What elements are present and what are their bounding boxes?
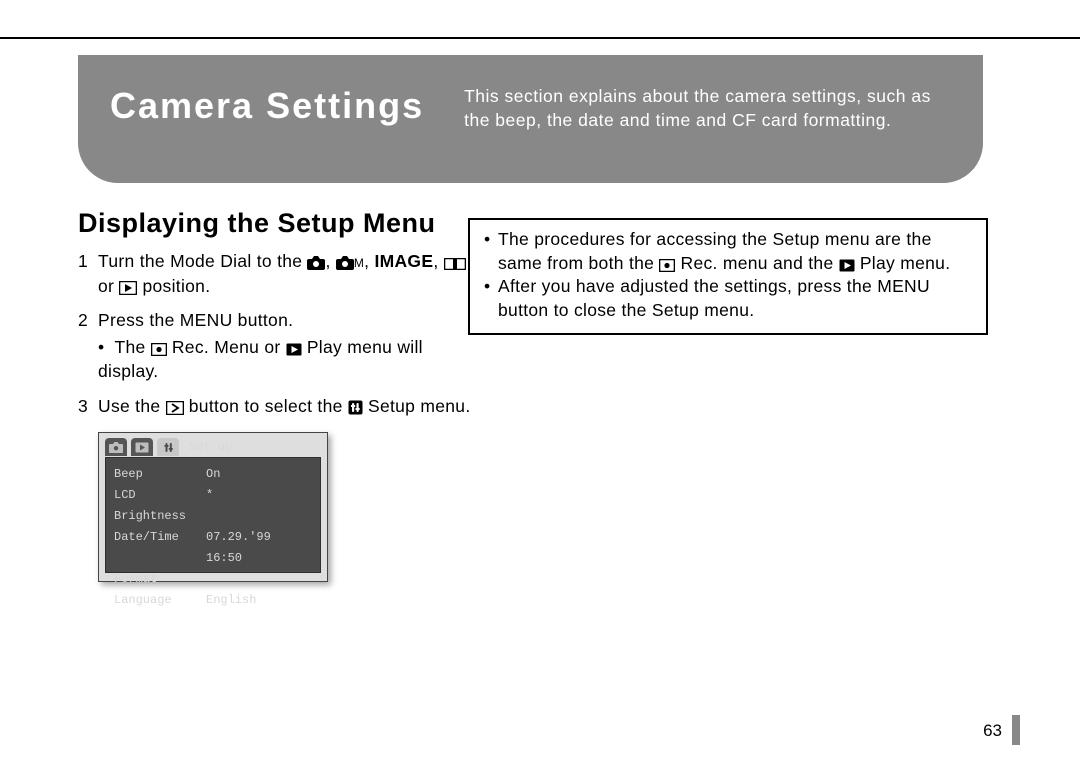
play-icon — [839, 259, 855, 272]
text: , — [364, 251, 374, 271]
page-number: 63 — [983, 721, 1002, 741]
lcd-preview: Set up BeepOn LCD Brightness* Date/Time0… — [98, 432, 328, 582]
text: position. — [137, 276, 210, 296]
top-rule — [0, 37, 1080, 39]
lcd-row: Format — [114, 569, 312, 590]
panorama-icon — [444, 258, 466, 270]
step-3: 3 Use the button to select the Setup men… — [78, 394, 478, 419]
step-number: 2 — [78, 308, 98, 384]
image-label: IMAGE — [374, 251, 433, 271]
text: Turn the Mode Dial to the — [98, 251, 307, 271]
lcd-row: BeepOn — [114, 464, 312, 485]
camera-icon — [336, 256, 354, 270]
section-intro: This section explains about the camera s… — [464, 85, 951, 132]
notes-box: • The procedures for accessing the Setup… — [468, 218, 988, 335]
content-area: Displaying the Setup Menu 1 Turn the Mod… — [78, 200, 1002, 735]
lcd-row: Date/Time07.29.'99 16:50 — [114, 527, 312, 569]
text: , — [433, 251, 443, 271]
lcd-tab-rec — [105, 438, 127, 456]
text: Press the MENU button. — [98, 310, 293, 330]
camera-icon — [307, 256, 325, 270]
text: Play menu. — [860, 253, 951, 273]
lcd-row: LanguageEnglish — [114, 590, 312, 611]
bullet-dot: • — [98, 335, 110, 360]
page-accent — [1012, 715, 1020, 745]
step-body: Turn the Mode Dial to the , M, IMAGE, or — [98, 249, 478, 298]
subsection-heading: Displaying the Setup Menu — [78, 208, 478, 239]
play-icon — [119, 281, 137, 295]
text: Rec. Menu or — [172, 337, 286, 357]
bullet-dot: • — [484, 228, 498, 275]
text: The — [114, 337, 150, 357]
text: or — [98, 276, 119, 296]
text: Use the — [98, 396, 166, 416]
note-text: After you have adjusted the settings, pr… — [498, 275, 972, 322]
rec-icon — [151, 343, 167, 356]
bullet-dot: • — [484, 275, 498, 322]
steps-list: 1 Turn the Mode Dial to the , M, IMAGE, — [78, 249, 478, 418]
note-2: • After you have adjusted the settings, … — [484, 275, 972, 322]
text: Rec. menu and the — [681, 253, 839, 273]
text: button to select the — [189, 396, 348, 416]
lcd-tab-setup — [157, 438, 179, 456]
lcd-tab-label: Set up — [189, 440, 232, 454]
manual-page: Camera Settings This section explains ab… — [0, 0, 1080, 765]
right-arrow-icon — [166, 401, 184, 415]
left-column: Displaying the Setup Menu 1 Turn the Mod… — [78, 200, 478, 582]
text: Setup menu. — [368, 396, 471, 416]
right-column: • The procedures for accessing the Setup… — [468, 218, 988, 335]
note-1: • The procedures for accessing the Setup… — [484, 228, 972, 275]
lcd-tab-play — [131, 438, 153, 456]
lcd-row: LCD Brightness* — [114, 485, 312, 527]
section-header: Camera Settings This section explains ab… — [78, 55, 983, 183]
step-number: 3 — [78, 394, 98, 419]
step-body: Press the MENU button. • The Rec. Menu o… — [98, 308, 478, 384]
step-number: 1 — [78, 249, 98, 298]
section-title: Camera Settings — [110, 85, 464, 127]
step-body: Use the button to select the Setup menu. — [98, 394, 478, 419]
rec-icon — [659, 259, 675, 272]
note-text: The procedures for accessing the Setup m… — [498, 228, 972, 275]
play-icon — [286, 343, 302, 356]
text: M — [354, 256, 364, 270]
lcd-body: BeepOn LCD Brightness* Date/Time07.29.'9… — [105, 457, 321, 573]
setup-icon — [348, 400, 363, 415]
step-2: 2 Press the MENU button. • The Rec. Menu… — [78, 308, 478, 384]
step-1: 1 Turn the Mode Dial to the , M, IMAGE, — [78, 249, 478, 298]
text: , — [325, 251, 335, 271]
step-sub-bullet: • The Rec. Menu or Play menu will displa… — [98, 335, 478, 384]
lcd-tabs: Set up — [105, 437, 321, 457]
